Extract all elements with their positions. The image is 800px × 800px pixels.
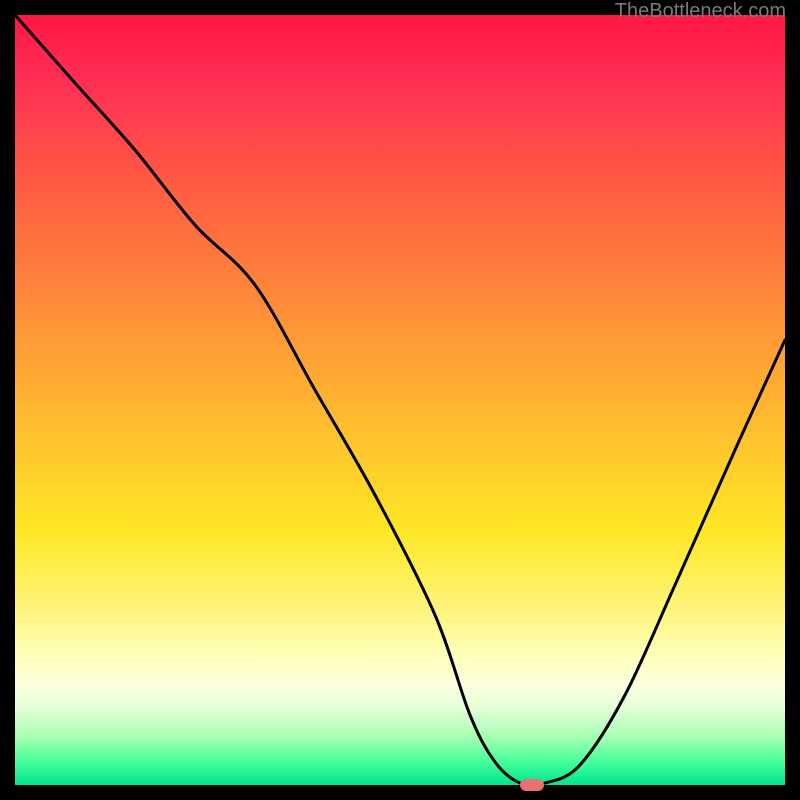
bottleneck-curve	[15, 15, 785, 785]
minimum-marker	[520, 779, 544, 791]
bottleneck-chart: TheBottleneck.com	[0, 0, 800, 800]
watermark-text: TheBottleneck.com	[615, 0, 786, 23]
plot-area	[15, 15, 785, 785]
